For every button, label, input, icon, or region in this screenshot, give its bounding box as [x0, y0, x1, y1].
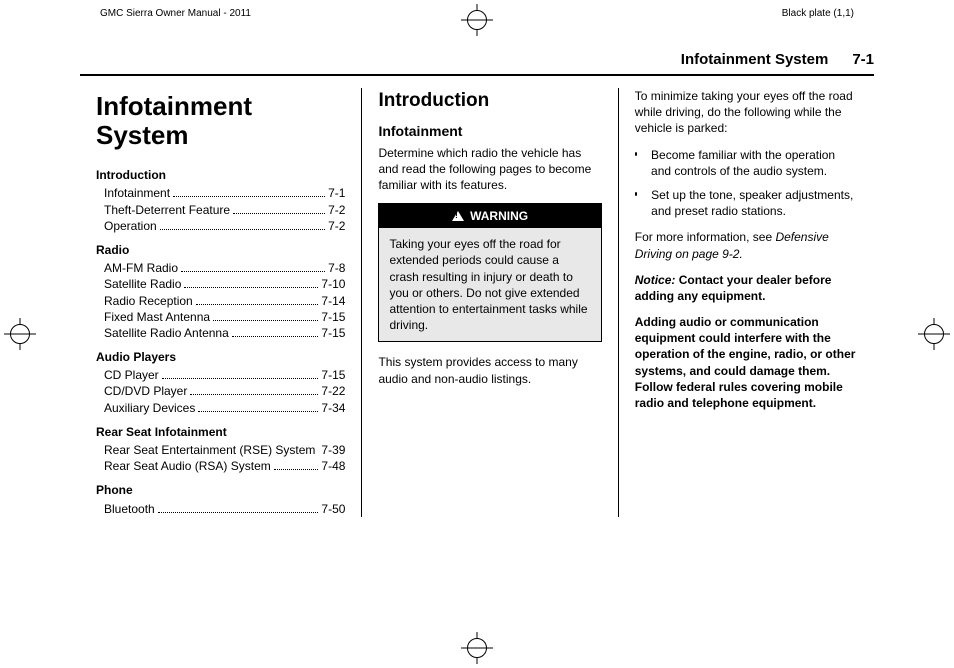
toc-entry: Infotainment 7-1	[96, 185, 345, 201]
toc-leader-dots	[274, 460, 319, 471]
toc-page-number: 7-1	[328, 185, 345, 201]
toc-page-number: 7-34	[321, 400, 345, 416]
toc-page-number: 7-22	[321, 383, 345, 399]
toc-group-title: Radio	[96, 242, 345, 258]
toc-entry: Radio Reception 7-14	[96, 293, 345, 309]
toc-group-title: Introduction	[96, 167, 345, 183]
toc-entry: Operation 7-2	[96, 218, 345, 234]
warning-body: Taking your eyes off the road for extend…	[379, 228, 600, 341]
warning-box: WARNING Taking your eyes off the road fo…	[378, 203, 601, 342]
toc-entry: CD/DVD Player 7-22	[96, 383, 345, 399]
toc-entry: Satellite Radio 7-10	[96, 276, 345, 292]
toc-page-number: 7-14	[321, 293, 345, 309]
notice-paragraph: Notice: Contact your dealer before addin…	[635, 272, 858, 304]
toc-page-number: 7-15	[321, 325, 345, 341]
toc-label: Operation	[104, 218, 157, 234]
toc-leader-dots	[158, 502, 319, 513]
toc-label: Fixed Mast Antenna	[104, 309, 210, 325]
toc-label: Infotainment	[104, 185, 170, 201]
toc-leader-dots	[232, 326, 319, 337]
toc-label: CD/DVD Player	[104, 383, 187, 399]
notice-label: Notice:	[635, 273, 676, 287]
toc-leader-dots	[162, 369, 319, 380]
bold-paragraph: Adding audio or communication equipment …	[635, 314, 858, 411]
toc-label: Auxiliary Devices	[104, 400, 195, 416]
toc-leader-dots	[233, 203, 325, 214]
toc-page-number: 7-2	[328, 218, 345, 234]
toc-entry: Fixed Mast Antenna 7-15	[96, 309, 345, 325]
toc-label: Radio Reception	[104, 293, 193, 309]
toc-page-number: 7-8	[328, 260, 345, 276]
toc-group-title: Audio Players	[96, 349, 345, 365]
plate-label: Black plate (1,1)	[782, 8, 854, 19]
toc-group-title: Rear Seat Infotainment	[96, 424, 345, 440]
bullet-icon	[635, 192, 637, 196]
column-notes: To minimize taking your eyes off the roa…	[618, 88, 874, 517]
intro-paragraph: Determine which radio the vehicle has an…	[378, 145, 601, 194]
toc-page-number: 7-10	[321, 276, 345, 292]
list-item: Become familiar with the operation and c…	[635, 147, 858, 179]
toc-label: Rear Seat Audio (RSA) System	[104, 458, 271, 474]
toc-leader-dots	[184, 278, 318, 289]
registration-mark-top	[461, 4, 493, 36]
after-warning-paragraph: This system provides access to many audi…	[378, 354, 601, 386]
toc-label: AM-FM Radio	[104, 260, 178, 276]
toc-label: Satellite Radio Antenna	[104, 325, 229, 341]
registration-mark-bottom	[461, 632, 493, 664]
toc-entry: Auxiliary Devices 7-34	[96, 400, 345, 416]
toc-leader-dots	[181, 262, 325, 273]
toc-page-number: 7-48	[321, 458, 345, 474]
toc-entry: AM-FM Radio 7-8	[96, 260, 345, 276]
column-intro: Introduction Infotainment Determine whic…	[361, 88, 617, 517]
toc-page-number: 7-39	[321, 442, 345, 458]
toc-entry: CD Player 7-15	[96, 367, 345, 383]
toc-leader-dots	[160, 219, 325, 230]
warning-header: WARNING	[379, 204, 600, 228]
subsection-heading: Infotainment	[378, 122, 601, 141]
toc-label: Satellite Radio	[104, 276, 181, 292]
list-item-text: Become familiar with the operation and c…	[651, 147, 858, 179]
toc-entry: Rear Seat Audio (RSA) System 7-48	[96, 458, 345, 474]
toc-label: CD Player	[104, 367, 159, 383]
registration-mark-right	[918, 318, 950, 350]
toc-page-number: 7-2	[328, 202, 345, 218]
registration-mark-left	[4, 318, 36, 350]
section-heading: Introduction	[378, 88, 601, 114]
toc-label: Theft-Deterrent Feature	[104, 202, 230, 218]
toc-page-number: 7-15	[321, 367, 345, 383]
more-info-paragraph: For more information, see Defensive Driv…	[635, 229, 858, 261]
column-toc: Infotainment System Introduction Infotain…	[80, 88, 361, 517]
toc-label: Bluetooth	[104, 501, 155, 517]
running-head-section: Infotainment System	[681, 51, 829, 68]
list-item-text: Set up the tone, speaker adjustments, an…	[651, 187, 858, 219]
chapter-title: Infotainment System	[96, 92, 345, 149]
toc-leader-dots	[173, 187, 325, 198]
lead-paragraph: To minimize taking your eyes off the roa…	[635, 88, 858, 137]
bullet-list: Become familiar with the operation and c…	[635, 147, 858, 220]
list-item: Set up the tone, speaker adjustments, an…	[635, 187, 858, 219]
toc-leader-dots	[213, 310, 318, 321]
toc-group-title: Phone	[96, 482, 345, 498]
toc-entry: Satellite Radio Antenna 7-15	[96, 325, 345, 341]
running-head-page: 7-1	[852, 51, 874, 68]
warning-label: WARNING	[470, 208, 528, 224]
toc-leader-dots	[196, 294, 319, 305]
toc-label: Rear Seat Entertainment (RSE) System	[104, 442, 315, 458]
doc-title: GMC Sierra Owner Manual - 2011	[100, 8, 251, 19]
toc-leader-dots	[190, 385, 318, 396]
toc-entry: Rear Seat Entertainment (RSE) System 7-39	[96, 442, 345, 458]
warning-icon	[452, 211, 464, 221]
toc-page-number: 7-50	[321, 501, 345, 517]
toc-page-number: 7-15	[321, 309, 345, 325]
bullet-icon	[635, 152, 637, 156]
toc-entry: Theft-Deterrent Feature 7-2	[96, 202, 345, 218]
toc-entry: Bluetooth 7-50	[96, 501, 345, 517]
toc-leader-dots	[198, 401, 318, 412]
